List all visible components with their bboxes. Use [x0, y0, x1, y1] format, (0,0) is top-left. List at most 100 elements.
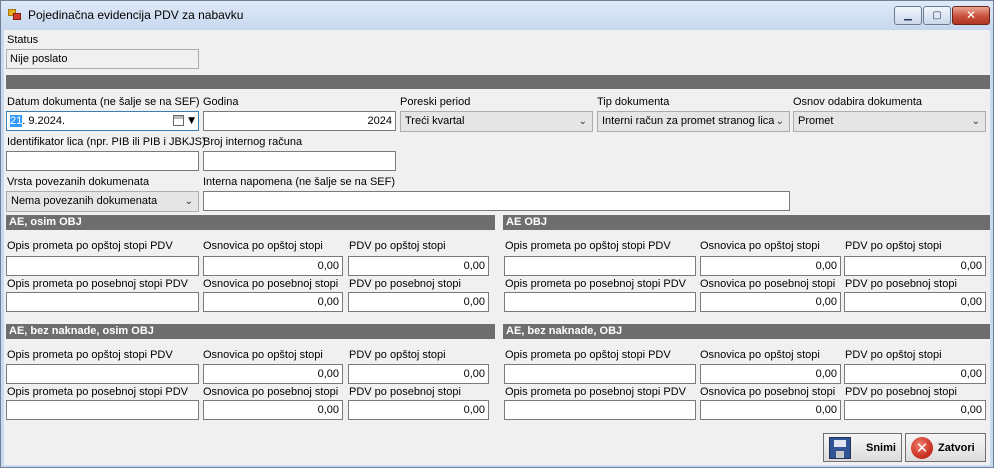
maximize-button[interactable]: ▢	[923, 6, 951, 25]
pdv-posebna-field[interactable]: 0,00	[844, 292, 986, 312]
osnovica-opsta-label: Osnovica po opštoj stopi	[203, 349, 323, 361]
osnov-odabira-label: Osnov odabira dokumenta	[793, 96, 923, 108]
osnovica-opsta-label: Osnovica po opštoj stopi	[700, 349, 820, 361]
pdv-opsta-label: PDV po opštoj stopi	[349, 349, 446, 361]
pdv-posebna-field[interactable]: 0,00	[348, 292, 489, 312]
main-window: Pojedinačna evidencija PDV za nabavku ▁ …	[0, 0, 994, 468]
datum-day: 21	[10, 115, 23, 127]
godina-label: Godina	[203, 96, 239, 108]
opis-posebna-field[interactable]	[504, 400, 696, 420]
datum-label: Datum dokumenta (ne šalje se na SEF)	[7, 96, 200, 108]
close-circle-icon: ✕	[911, 437, 933, 459]
chevron-down-icon: ⌄	[184, 196, 193, 207]
osnovica-posebna-label: Osnovica po posebnoj stopi	[700, 386, 836, 398]
vrsta-povezanih-label: Vrsta povezanih dokumenata	[7, 176, 150, 188]
pdv-posebna-field[interactable]: 0,00	[844, 400, 986, 420]
save-button[interactable]: Snimi	[823, 433, 902, 462]
osnovica-opsta-field[interactable]: 0,00	[203, 256, 343, 276]
tip-dokumenta-value: Interni račun za promet stranog lica	[602, 115, 775, 127]
opis-opsta-field[interactable]	[6, 364, 199, 384]
chevron-down-icon[interactable]: ▼	[188, 112, 195, 130]
osnovica-opsta-field[interactable]: 0,00	[700, 364, 841, 384]
opis-posebna-label: Opis prometa po posebnoj stopi PDV	[7, 386, 188, 398]
godina-field[interactable]: 2024	[203, 111, 396, 131]
opis-opsta-label: Opis prometa po opštoj stopi PDV	[505, 349, 671, 361]
napomena-label: Interna napomena (ne šalje se na SEF)	[203, 176, 396, 188]
section-header: AE, osim OBJ	[6, 215, 495, 230]
window-title: Pojedinačna evidencija PDV za nabavku	[28, 8, 244, 22]
minimize-button[interactable]: ▁	[894, 6, 922, 25]
pdv-posebna-label: PDV po posebnoj stopi	[845, 386, 957, 398]
osnovica-posebna-field[interactable]: 0,00	[203, 400, 343, 420]
napomena-field[interactable]	[203, 191, 790, 211]
close-form-button[interactable]: ✕ Zatvori	[905, 433, 986, 462]
osnov-odabira-select[interactable]: Promet ⌄	[793, 111, 986, 132]
tip-dokumenta-label: Tip dokumenta	[597, 96, 670, 108]
opis-opsta-label: Opis prometa po opštoj stopi PDV	[7, 349, 173, 361]
title-bar[interactable]: Pojedinačna evidencija PDV za nabavku ▁ …	[1, 1, 993, 30]
chevron-down-icon: ⌄	[775, 116, 784, 127]
broj-racuna-field[interactable]	[203, 151, 396, 171]
maximize-icon: ▢	[932, 10, 942, 21]
status-field: Nije poslato	[6, 49, 199, 69]
opis-posebna-field[interactable]	[504, 292, 696, 312]
calendar-icon[interactable]	[173, 115, 184, 126]
opis-opsta-field[interactable]	[504, 364, 696, 384]
osnov-odabira-value: Promet	[798, 115, 834, 127]
identifikator-field[interactable]	[6, 151, 199, 171]
datum-rest: . 9.2024.	[22, 115, 66, 127]
osnovica-posebna-field[interactable]: 0,00	[203, 292, 343, 312]
section-header: AE, bez naknade, osim OBJ	[6, 324, 495, 339]
vrsta-povezanih-select[interactable]: Nema povezanih dokumenata ⌄	[6, 191, 199, 212]
section-header: AE, bez naknade, OBJ	[503, 324, 990, 339]
chevron-down-icon: ⌄	[971, 116, 980, 127]
pdv-opsta-field[interactable]: 0,00	[348, 256, 489, 276]
save-button-label: Snimi	[866, 442, 896, 454]
opis-opsta-label: Opis prometa po opštoj stopi PDV	[7, 240, 173, 252]
broj-racuna-label: Broj internog računa	[203, 136, 303, 148]
opis-posebna-field[interactable]	[6, 292, 199, 312]
pdv-opsta-field[interactable]: 0,00	[348, 364, 489, 384]
datum-picker[interactable]: 21. 9.2024. ▼	[6, 111, 199, 131]
osnovica-posebna-label: Osnovica po posebnoj stopi	[700, 278, 836, 290]
poreski-period-value: Treći kvartal	[405, 115, 465, 127]
opis-posebna-label: Opis prometa po posebnoj stopi PDV	[505, 278, 686, 290]
osnovica-posebna-field[interactable]: 0,00	[700, 400, 841, 420]
opis-opsta-label: Opis prometa po opštoj stopi PDV	[505, 240, 671, 252]
section-header: AE OBJ	[503, 215, 990, 230]
opis-posebna-label: Opis prometa po posebnoj stopi PDV	[505, 386, 686, 398]
header-separator	[6, 75, 990, 89]
form-body: Status Nije poslato Datum dokumenta (ne …	[4, 30, 990, 465]
osnovica-posebna-field[interactable]: 0,00	[700, 292, 841, 312]
close-icon: ✕	[965, 8, 977, 22]
osnovica-opsta-field[interactable]: 0,00	[700, 256, 841, 276]
vrsta-povezanih-value: Nema povezanih dokumenata	[11, 195, 158, 207]
poreski-period-select[interactable]: Treći kvartal ⌄	[400, 111, 593, 132]
opis-opsta-field[interactable]	[504, 256, 696, 276]
opis-posebna-label: Opis prometa po posebnoj stopi PDV	[7, 278, 188, 290]
app-icon	[8, 9, 22, 21]
close-button[interactable]: ✕	[952, 6, 990, 25]
opis-opsta-field[interactable]	[6, 256, 199, 276]
osnovica-posebna-label: Osnovica po posebnoj stopi	[203, 386, 339, 398]
pdv-posebna-label: PDV po posebnoj stopi	[845, 278, 957, 290]
pdv-posebna-field[interactable]: 0,00	[348, 400, 489, 420]
osnovica-opsta-label: Osnovica po opštoj stopi	[203, 240, 323, 252]
osnovica-posebna-label: Osnovica po posebnoj stopi	[203, 278, 339, 290]
pdv-posebna-label: PDV po posebnoj stopi	[349, 386, 461, 398]
close-button-label: Zatvori	[938, 442, 975, 454]
pdv-opsta-field[interactable]: 0,00	[844, 364, 986, 384]
poreski-period-label: Poreski period	[400, 96, 471, 108]
pdv-posebna-label: PDV po posebnoj stopi	[349, 278, 461, 290]
save-icon	[829, 437, 851, 459]
pdv-opsta-field[interactable]: 0,00	[844, 256, 986, 276]
osnovica-opsta-label: Osnovica po opštoj stopi	[700, 240, 820, 252]
pdv-opsta-label: PDV po opštoj stopi	[349, 240, 446, 252]
chevron-down-icon: ⌄	[578, 116, 587, 127]
pdv-opsta-label: PDV po opštoj stopi	[845, 240, 942, 252]
opis-posebna-field[interactable]	[6, 400, 199, 420]
pdv-opsta-label: PDV po opštoj stopi	[845, 349, 942, 361]
tip-dokumenta-select[interactable]: Interni račun za promet stranog lica ⌄	[597, 111, 790, 132]
osnovica-opsta-field[interactable]: 0,00	[203, 364, 343, 384]
minimize-icon: ▁	[904, 10, 912, 21]
